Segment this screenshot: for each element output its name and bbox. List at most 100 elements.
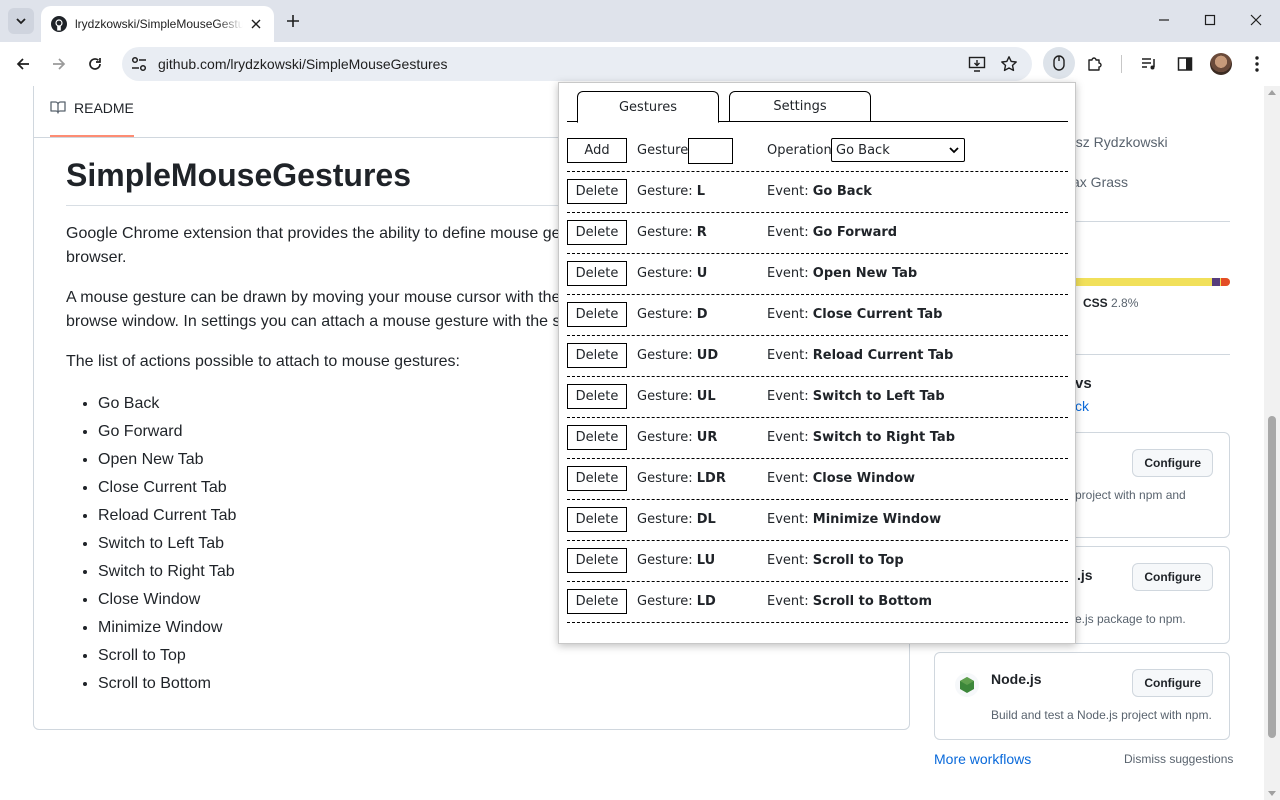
- readme-tab[interactable]: README: [50, 97, 134, 137]
- tab-close-icon[interactable]: [248, 16, 264, 32]
- configure-button[interactable]: Configure: [1132, 563, 1213, 591]
- forward-button[interactable]: [45, 50, 73, 78]
- tab-settings[interactable]: Settings: [729, 91, 871, 122]
- gesture-value: LD: [696, 594, 716, 609]
- gesture-value: L: [696, 184, 706, 199]
- site-settings-icon[interactable]: [130, 55, 148, 73]
- back-button[interactable]: [9, 50, 37, 78]
- gesture-row: Delete Gesture: D Event: Close Current Tab: [567, 295, 1068, 336]
- browser-menu-button[interactable]: [1245, 52, 1269, 76]
- side-panel-button[interactable]: [1173, 52, 1197, 76]
- configure-button[interactable]: Configure: [1132, 669, 1213, 697]
- language-percent: 2.8%: [1111, 296, 1139, 310]
- event-label: Event: Close Current Tab: [767, 307, 942, 322]
- operation-select[interactable]: Go Back: [831, 138, 965, 162]
- event-label-text: Event:: [767, 512, 809, 527]
- event-label-text: Event:: [767, 594, 809, 609]
- event-label: Event: Scroll to Bottom: [767, 594, 932, 609]
- event-label: Event: Go Back: [767, 184, 872, 199]
- scroll-up-arrow-icon[interactable]: [1268, 90, 1276, 95]
- popup-tabs: Gestures Settings: [567, 91, 1068, 123]
- event-label-text: Event:: [767, 307, 809, 322]
- gesture-row: Delete Gesture: LDR Event: Close Window: [567, 459, 1068, 500]
- install-app-icon[interactable]: [968, 55, 986, 73]
- media-controls-button[interactable]: [1137, 52, 1161, 76]
- event-label: Event: Close Window: [767, 471, 915, 486]
- gesture-row: Delete Gesture: L Event: Go Back: [567, 172, 1068, 213]
- page-scrollbar[interactable]: [1264, 86, 1280, 800]
- language-segment-css: [1212, 278, 1220, 286]
- delete-button[interactable]: Delete: [567, 384, 627, 409]
- book-icon: [50, 101, 66, 114]
- browser-tab[interactable]: lrydzkowski/SimpleMouseGestures: [41, 6, 274, 42]
- add-gesture-row: Add Gesture: Operation: Go Back: [567, 131, 1068, 172]
- configure-button[interactable]: Configure: [1132, 449, 1213, 477]
- delete-button[interactable]: Delete: [567, 466, 627, 491]
- delete-button[interactable]: Delete: [567, 589, 627, 614]
- gesture-row: Delete Gesture: UD Event: Reload Current T…: [567, 336, 1068, 377]
- dismiss-suggestions-link[interactable]: Dismiss suggestions: [1124, 752, 1233, 766]
- maximize-window-button[interactable]: [1187, 0, 1233, 40]
- gesture-label-text: Gesture:: [637, 553, 693, 568]
- gesture-row: Delete Gesture: DL Event: Minimize Window: [567, 500, 1068, 541]
- mouse-gestures-extension-button[interactable]: [1043, 47, 1075, 79]
- delete-button[interactable]: Delete: [567, 425, 627, 450]
- language-legend-css[interactable]: CSS 2.8%: [1065, 296, 1139, 310]
- contributor-name[interactable]: asz Rydzkowski: [1068, 134, 1168, 150]
- event-value: Reload Current Tab: [812, 348, 954, 363]
- delete-button[interactable]: Delete: [567, 507, 627, 532]
- more-workflows-link[interactable]: More workflows: [934, 751, 1031, 767]
- event-label-text: Event:: [767, 430, 809, 445]
- event-label-text: Event:: [767, 389, 809, 404]
- reload-icon: [89, 58, 101, 70]
- minimize-window-button[interactable]: [1141, 0, 1187, 40]
- gesture-input[interactable]: [688, 138, 733, 164]
- gesture-value: U: [696, 266, 708, 281]
- gesture-row: Delete Gesture: LU Event: Scroll to Top: [567, 541, 1068, 582]
- workflow-description: e.js package to npm.: [1075, 612, 1186, 626]
- paragraph-1-line-1: Google Chrome extension that provides th…: [66, 225, 561, 242]
- delete-button[interactable]: Delete: [567, 220, 627, 245]
- gesture-label-text: Gesture:: [637, 594, 693, 609]
- delete-button[interactable]: Delete: [567, 261, 627, 286]
- delete-button[interactable]: Delete: [567, 302, 627, 327]
- gesture-label: Gesture: R: [637, 225, 707, 240]
- language-name: CSS: [1083, 296, 1108, 310]
- gesture-label-text: Gesture:: [637, 430, 693, 445]
- workflow-card-nodejs: Configure Node.js Build and test a Node.…: [934, 652, 1230, 740]
- gesture-value: LDR: [696, 471, 726, 486]
- scroll-down-arrow-icon[interactable]: [1268, 791, 1276, 796]
- github-icon: [51, 16, 67, 32]
- reload-button[interactable]: [81, 50, 109, 78]
- close-icon: [1250, 14, 1262, 26]
- delete-button[interactable]: Delete: [567, 548, 627, 573]
- gesture-row: Delete Gesture: LD Event: Scroll to Bottom: [567, 582, 1068, 623]
- event-value: Go Forward: [812, 225, 898, 240]
- workflow-description: project with npm and: [1075, 488, 1186, 502]
- toolbar-divider: [1121, 55, 1122, 73]
- mouse-icon: [1053, 55, 1065, 71]
- gesture-label: Gesture: UR: [637, 430, 717, 445]
- workflows-link[interactable]: ck: [1075, 398, 1089, 414]
- add-button[interactable]: Add: [567, 138, 627, 163]
- extensions-button[interactable]: [1083, 52, 1107, 76]
- tab-search-button[interactable]: [8, 8, 34, 34]
- profile-avatar[interactable]: [1210, 53, 1232, 75]
- gesture-label: Gesture: DL: [637, 512, 716, 527]
- close-window-button[interactable]: [1233, 0, 1279, 40]
- tab-gestures[interactable]: Gestures: [577, 91, 719, 123]
- paragraph-2-line-2: browse window. In settings you can attac…: [66, 313, 561, 330]
- scrollbar-thumb[interactable]: [1268, 416, 1276, 738]
- address-bar[interactable]: github.com/lrydzkowski/SimpleMouseGestur…: [122, 47, 1032, 81]
- gesture-value: UR: [696, 430, 718, 445]
- delete-button[interactable]: Delete: [567, 343, 627, 368]
- event-label-text: Event:: [767, 471, 809, 486]
- gesture-row: Delete Gesture: U Event: Open New Tab: [567, 254, 1068, 295]
- gesture-label-text: Gesture:: [637, 512, 693, 527]
- new-tab-button[interactable]: [281, 9, 305, 33]
- bookmark-star-icon[interactable]: [1000, 55, 1018, 73]
- event-label-text: Event:: [767, 184, 809, 199]
- event-label: Event: Reload Current Tab: [767, 348, 953, 363]
- delete-button[interactable]: Delete: [567, 179, 627, 204]
- contributor-name[interactable]: ax Grass: [1072, 174, 1128, 190]
